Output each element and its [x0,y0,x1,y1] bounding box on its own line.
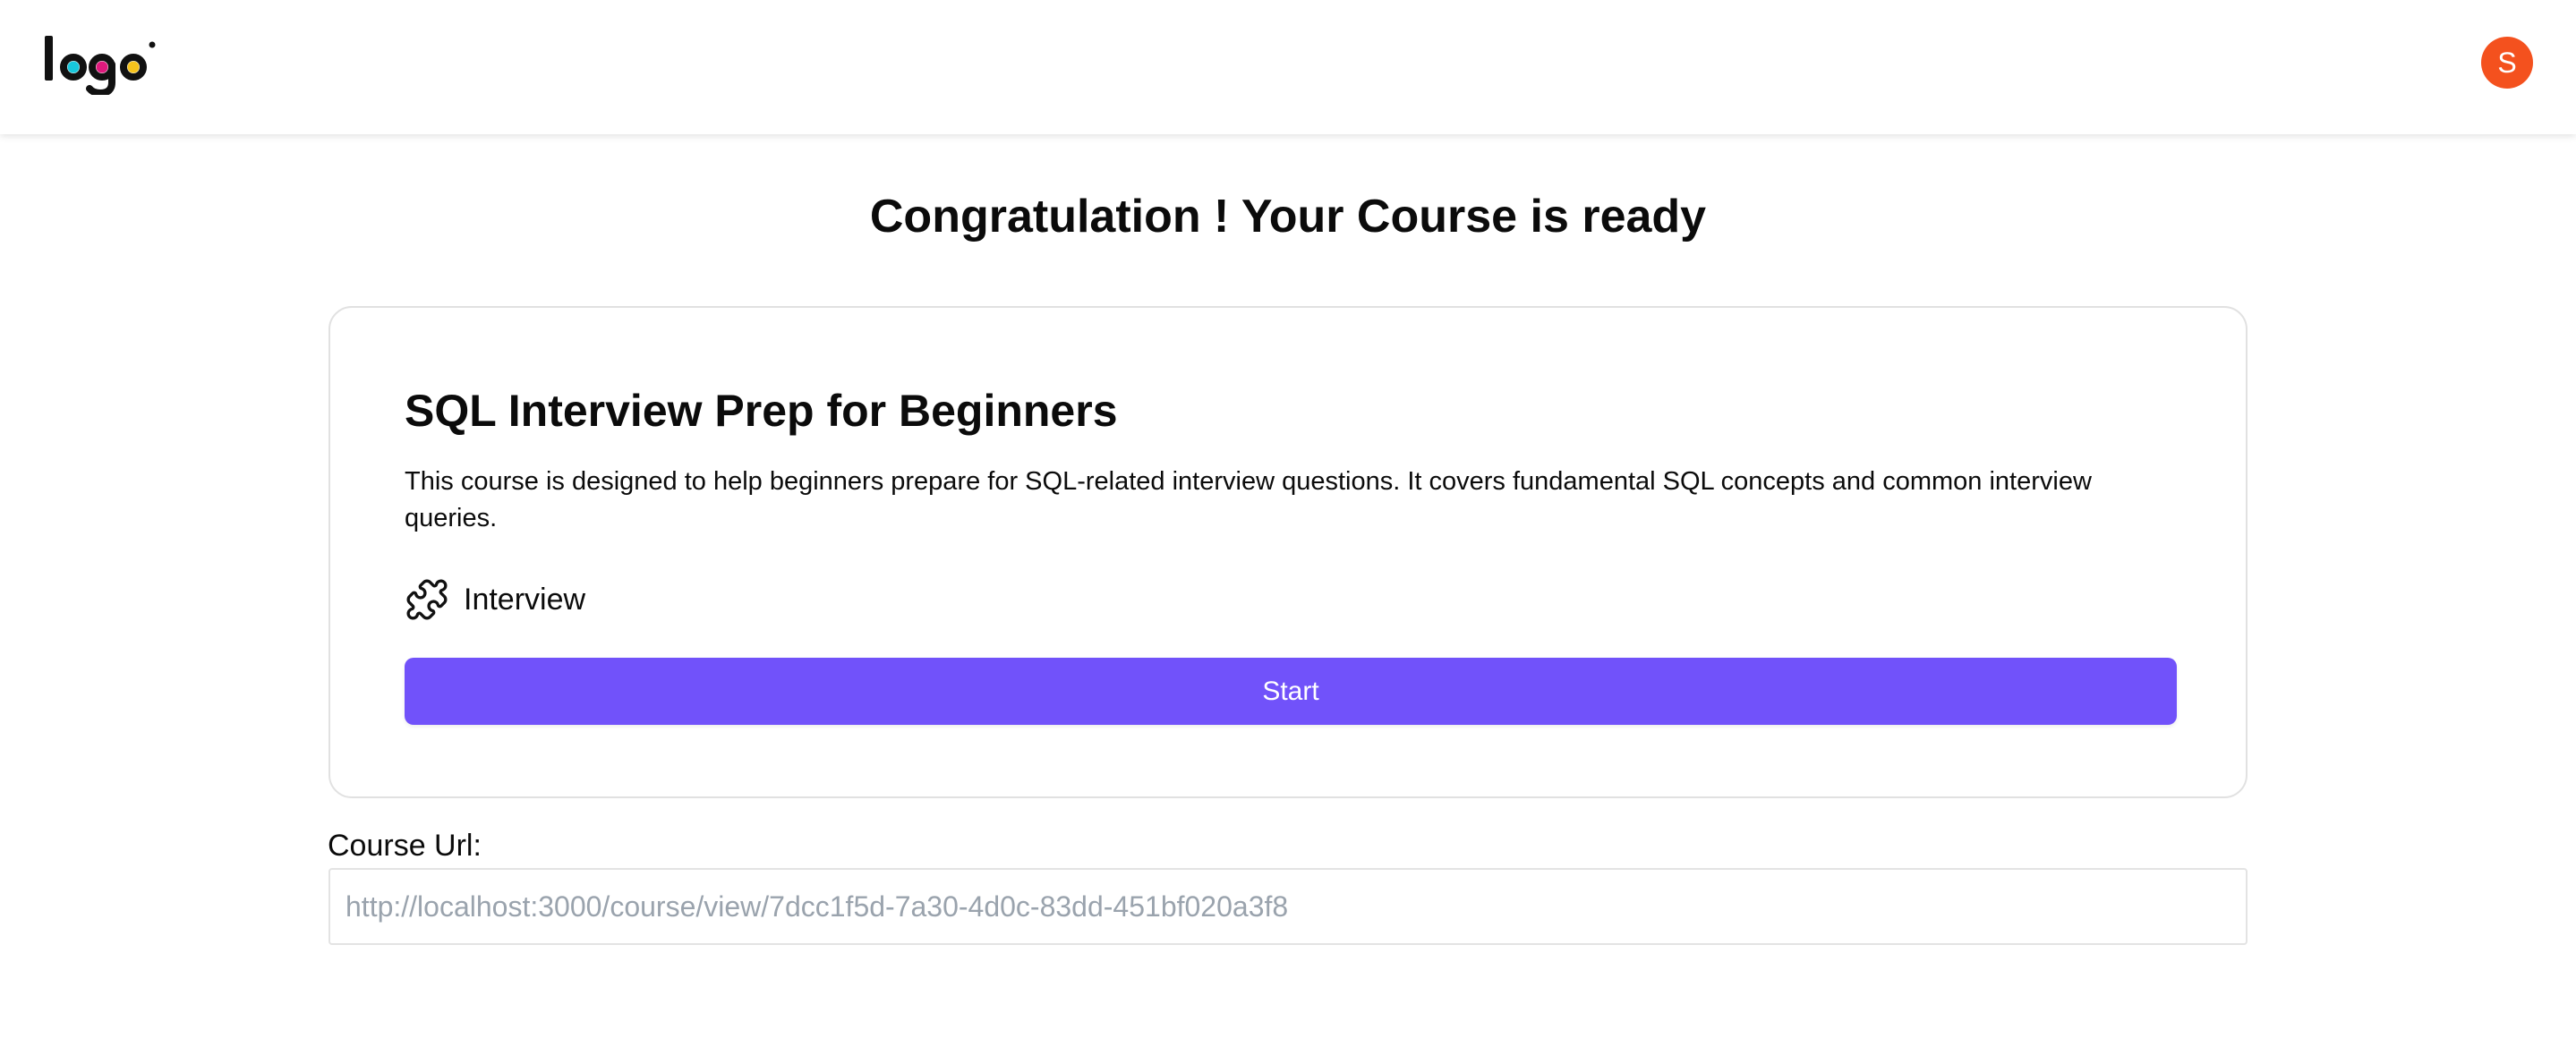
course-card: SQL Interview Prep for Beginners This co… [328,306,2248,798]
course-category-label: Interview [464,583,586,617]
top-header: S [0,0,2576,134]
logo[interactable] [43,32,159,95]
page-title: Congratulation ! Your Course is ready [869,191,1707,243]
course-url-field[interactable] [328,868,2248,945]
course-title: SQL Interview Prep for Beginners [405,386,1118,436]
course-category: Interview [405,576,585,623]
logo-dot [149,41,156,48]
course-description: This course is designed to help beginner… [405,467,2092,532]
course-url-label: Course Url: [328,829,482,863]
start-button[interactable]: Start [405,658,2177,725]
logo-letter-l [45,36,53,81]
puzzle-icon [406,579,448,620]
user-avatar[interactable]: S [2481,37,2533,89]
